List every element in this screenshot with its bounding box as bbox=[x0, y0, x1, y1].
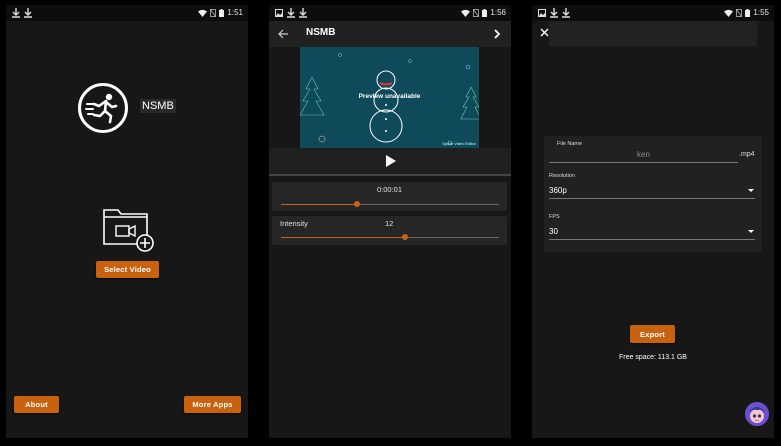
resolution-label: Resolution bbox=[549, 173, 575, 179]
dropdown-caret-icon[interactable] bbox=[748, 230, 754, 233]
battery-icon bbox=[219, 9, 225, 17]
more-apps-button[interactable]: More Apps bbox=[184, 396, 241, 413]
gallery-icon bbox=[275, 9, 283, 17]
running-man-icon bbox=[85, 93, 118, 124]
no-sim-icon bbox=[736, 9, 743, 17]
preview-unavailable-text: Preview unavailable bbox=[358, 93, 421, 100]
gallery-icon bbox=[538, 9, 546, 17]
app-logo bbox=[78, 83, 128, 133]
intensity-label: Intensity bbox=[280, 219, 308, 228]
chevron-right-icon[interactable] bbox=[493, 29, 501, 39]
intensity-slider-thumb[interactable] bbox=[402, 234, 409, 240]
close-icon[interactable] bbox=[540, 28, 549, 37]
wifi-icon bbox=[461, 9, 471, 17]
download-icon bbox=[562, 8, 570, 18]
avatar-face bbox=[745, 402, 769, 426]
intensity-slider-fill bbox=[281, 237, 406, 238]
fps-label: FPS bbox=[549, 214, 560, 220]
play-icon[interactable] bbox=[386, 155, 396, 167]
app-name: NSMB bbox=[140, 99, 176, 113]
intensity-card: Intensity 12 bbox=[272, 216, 507, 245]
export-button[interactable]: Export bbox=[630, 325, 675, 343]
export-screen: 1:55 File Name ken .mp4 Resolution 360p … bbox=[532, 5, 774, 438]
status-time: 1:56 bbox=[490, 8, 506, 17]
resolution-select[interactable]: 360p bbox=[549, 186, 567, 195]
status-bar: 1:56 bbox=[269, 5, 511, 21]
file-extension: .mp4 bbox=[739, 151, 755, 158]
status-time: 1:55 bbox=[753, 8, 769, 17]
fps-underline bbox=[549, 239, 755, 240]
home-screen: 1:51 NSMB Select Video About More Apps bbox=[6, 5, 248, 438]
divider bbox=[269, 174, 511, 176]
intensity-value: 12 bbox=[385, 219, 394, 228]
battery-icon bbox=[745, 9, 751, 17]
battery-icon bbox=[482, 9, 488, 17]
time-value: 0:00:01 bbox=[376, 185, 403, 194]
export-form: File Name ken .mp4 Resolution 360p FPS 3… bbox=[544, 136, 762, 252]
time-slider-thumb[interactable] bbox=[354, 201, 361, 207]
wifi-icon bbox=[724, 9, 734, 17]
file-name-input[interactable]: ken bbox=[637, 150, 650, 159]
watermark: Splice Video Editor bbox=[442, 141, 476, 146]
status-time: 1:51 bbox=[227, 8, 243, 17]
time-card: 0:00:01 bbox=[272, 182, 507, 211]
download-icon bbox=[24, 8, 32, 18]
back-arrow-icon[interactable] bbox=[278, 29, 288, 39]
video-folder-icon[interactable] bbox=[103, 207, 155, 253]
toolbar: NSMB bbox=[269, 21, 511, 47]
free-space-text: Free space: 113.1 GB bbox=[619, 354, 687, 361]
select-video-button[interactable]: Select Video bbox=[96, 261, 159, 278]
file-name-label: File Name bbox=[557, 141, 583, 147]
resolution-underline bbox=[549, 198, 755, 199]
avatar-icon[interactable] bbox=[745, 402, 769, 426]
download-icon bbox=[287, 8, 295, 18]
play-bar bbox=[269, 148, 511, 174]
file-name-underline bbox=[549, 162, 738, 163]
status-bar: 1:55 bbox=[532, 5, 774, 21]
wifi-icon bbox=[198, 9, 208, 17]
download-icon bbox=[299, 8, 307, 18]
status-bar: 1:51 bbox=[6, 5, 248, 21]
editor-screen: 1:56 NSMB Preview unavailable Splice Vid… bbox=[269, 5, 511, 438]
ad-banner-area bbox=[549, 21, 757, 46]
fps-select[interactable]: 30 bbox=[549, 227, 558, 236]
about-button[interactable]: About bbox=[14, 396, 59, 413]
download-icon bbox=[12, 8, 20, 18]
toolbar-title: NSMB bbox=[306, 27, 336, 38]
download-icon bbox=[550, 8, 558, 18]
video-preview[interactable]: Preview unavailable Splice Video Editor bbox=[300, 47, 479, 148]
no-sim-icon bbox=[210, 9, 217, 17]
dropdown-caret-icon[interactable] bbox=[748, 189, 754, 192]
no-sim-icon bbox=[473, 9, 480, 17]
time-slider-fill bbox=[281, 204, 358, 205]
